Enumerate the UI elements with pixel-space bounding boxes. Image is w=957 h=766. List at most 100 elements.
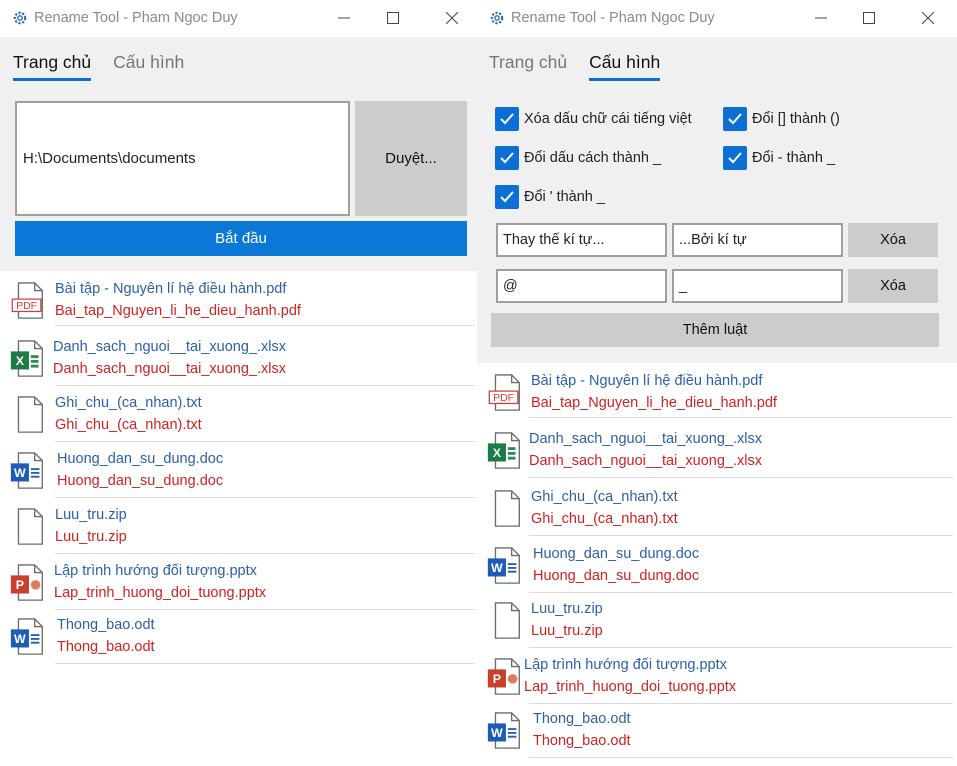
folder-path-value: H:\Documents\documents (23, 150, 196, 167)
rename-tool-window-home: Rename Tool - Pham Ngoc Duy Trang chủ Cấ… (0, 0, 477, 766)
pdf-file-icon: PDF (488, 374, 520, 411)
file-list-item[interactable]: Luu_tru.zip Luu_tru.zip (0, 501, 477, 557)
minimize-button[interactable] (806, 6, 836, 30)
svg-text:P: P (16, 578, 24, 592)
close-button[interactable] (913, 6, 943, 30)
maximize-icon (863, 12, 875, 24)
option-brackets-to-parentheses[interactable]: Đổi [] thành () (723, 107, 840, 131)
maximize-button[interactable] (854, 6, 884, 30)
original-file-name: Bài tập - Nguyên lí hệ điều hành.pdf (55, 281, 287, 297)
tab-home[interactable]: Trang chủ (13, 52, 92, 81)
original-file-name: Ghi_chu_(ca_nhan).txt (531, 489, 678, 505)
new-file-name: Luu_tru.zip (531, 623, 603, 639)
new-file-name: Ghi_chu_(ca_nhan).txt (531, 511, 678, 527)
file-list-item[interactable]: X Danh_sach_nguoi__tai_xuong_.xlsx Danh_sa… (477, 425, 957, 481)
word-file-icon: W (487, 547, 520, 584)
checkbox-checked-icon[interactable] (495, 185, 519, 209)
original-file-name: Lập trình hướng đối tượng.pptx (524, 657, 727, 673)
rule-replace-input[interactable]: _ (672, 269, 843, 303)
rule-find-text: Thay thế kí tự... (503, 232, 605, 248)
checkbox-checked-icon[interactable] (723, 107, 747, 131)
word-file-icon: W (487, 712, 520, 749)
file-list-item[interactable]: P Lập trình hướng đối tượng.pptx Lap_trinh… (0, 557, 477, 613)
zip-file-icon (494, 602, 520, 639)
option-space-to-underscore[interactable]: Đổi dấu cách thành _ (495, 146, 661, 170)
row-divider (529, 535, 953, 536)
window-title: Rename Tool - Pham Ngoc Duy (511, 10, 715, 26)
tab-settings[interactable]: Cấu hình (113, 52, 184, 81)
new-file-name: Huong_dan_su_dung.doc (533, 568, 700, 584)
new-file-name: Lap_trinh_huong_doi_tuong.pptx (54, 585, 267, 601)
settings-panel: Trang chủ Cấu hình Xóa dấu chữ cái tiếng… (477, 37, 957, 363)
file-list-item[interactable]: X Danh_sach_nguoi__tai_xuong_.xlsx Danh_sa… (0, 333, 477, 389)
text-file-icon (494, 490, 520, 527)
rule-replace-text: ...Bởi kí tự (679, 232, 747, 248)
rule-replace-text: _ (679, 278, 688, 294)
original-file-name: Lập trình hướng đối tượng.pptx (54, 563, 257, 579)
rule-find-input[interactable]: @ (496, 269, 667, 303)
row-divider (529, 757, 953, 758)
row-divider (55, 441, 475, 442)
row-divider (55, 497, 475, 498)
option-label: Đổi dấu cách thành _ (524, 150, 662, 166)
rule-find-input[interactable]: Thay thế kí tự... (496, 223, 667, 257)
rule-find-text: @ (503, 278, 518, 294)
maximize-button[interactable] (378, 6, 408, 30)
original-file-name: Thong_bao.odt (57, 617, 155, 633)
file-list-item[interactable]: Ghi_chu_(ca_nhan).txt Ghi_chu_(ca_nhan).t… (477, 483, 957, 539)
minimize-button[interactable] (329, 6, 359, 30)
file-list-item[interactable]: W Thong_bao.odt Thong_bao.odt (477, 705, 957, 761)
file-list-item[interactable]: W Huong_dan_su_dung.doc Huong_dan_su_dung.… (477, 540, 957, 596)
file-list-item[interactable]: Ghi_chu_(ca_nhan).txt Ghi_chu_(ca_nhan).t… (0, 389, 477, 445)
browse-button[interactable]: Duyệt... (355, 101, 467, 216)
file-list-item[interactable]: W Huong_dan_su_dung.doc Huong_dan_su_dung.… (0, 445, 477, 501)
start-button[interactable]: Bắt đầu (15, 221, 467, 256)
option-apostrophe-to-underscore[interactable]: Đổi ' thành _ (495, 185, 605, 209)
new-file-name: Bai_tap_Nguyen_li_he_dieu_hanh.pdf (531, 395, 777, 411)
checkbox-checked-icon[interactable] (495, 146, 519, 170)
tab-bar: Trang chủ Cấu hình (13, 52, 184, 81)
file-list-item[interactable]: P Lập trình hướng đối tượng.pptx Lap_trinh… (477, 651, 957, 707)
option-dash-to-underscore[interactable]: Đổi - thành _ (723, 146, 835, 170)
window-title: Rename Tool - Pham Ngoc Duy (34, 10, 238, 26)
close-icon (922, 12, 934, 24)
maximize-icon (387, 12, 399, 24)
svg-text:W: W (14, 466, 26, 480)
original-file-name: Danh_sach_nguoi__tai_xuong_.xlsx (529, 431, 762, 447)
folder-path-input[interactable]: H:\Documents\documents (15, 101, 350, 216)
row-divider (529, 592, 953, 593)
file-list-item[interactable]: W Thong_bao.odt Thong_bao.odt (0, 611, 477, 667)
title-bar[interactable]: Rename Tool - Pham Ngoc Duy (477, 0, 957, 37)
row-divider (55, 385, 475, 386)
word-file-icon: W (10, 618, 43, 655)
original-file-name: Bài tập - Nguyên lí hệ điều hành.pdf (531, 373, 763, 389)
row-divider (55, 325, 475, 326)
svg-text:X: X (493, 446, 502, 460)
title-bar[interactable]: Rename Tool - Pham Ngoc Duy (0, 0, 477, 37)
rename-tool-window-settings: Rename Tool - Pham Ngoc Duy Trang chủ Cấ… (477, 0, 957, 766)
option-label: Đổi ' thành _ (524, 189, 605, 205)
file-list-item[interactable]: PDF Bài tập - Nguyên lí hệ điều hành.pdf B… (477, 367, 957, 423)
gear-app-icon (490, 11, 504, 25)
tab-home[interactable]: Trang chủ (489, 52, 567, 81)
new-file-name: Huong_dan_su_dung.doc (57, 473, 224, 489)
close-button[interactable] (437, 6, 467, 30)
svg-text:X: X (16, 354, 25, 368)
option-remove-vietnamese-accents[interactable]: Xóa dấu chữ cái tiếng việt (495, 107, 692, 131)
file-list-item[interactable]: PDF Bài tập - Nguyên lí hệ điều hành.pdf B… (0, 275, 477, 331)
svg-text:PDF: PDF (16, 301, 37, 312)
tab-settings[interactable]: Cấu hình (589, 52, 661, 81)
rule-replace-input[interactable]: ...Bởi kí tự (672, 223, 843, 257)
rule-delete-button[interactable]: Xóa (848, 269, 938, 303)
checkbox-checked-icon[interactable] (723, 146, 747, 170)
new-file-name: Lap_trinh_huong_doi_tuong.pptx (524, 679, 737, 695)
new-file-name: Thong_bao.odt (57, 639, 155, 655)
rule-delete-button[interactable]: Xóa (848, 223, 938, 257)
original-file-name: Huong_dan_su_dung.doc (57, 451, 224, 467)
row-divider (529, 647, 953, 648)
file-list-item[interactable]: Luu_tru.zip Luu_tru.zip (477, 595, 957, 651)
powerpoint-file-icon: P (10, 564, 43, 601)
svg-text:W: W (14, 632, 26, 646)
checkbox-checked-icon[interactable] (495, 107, 519, 131)
add-rule-button[interactable]: Thêm luật (491, 313, 939, 347)
